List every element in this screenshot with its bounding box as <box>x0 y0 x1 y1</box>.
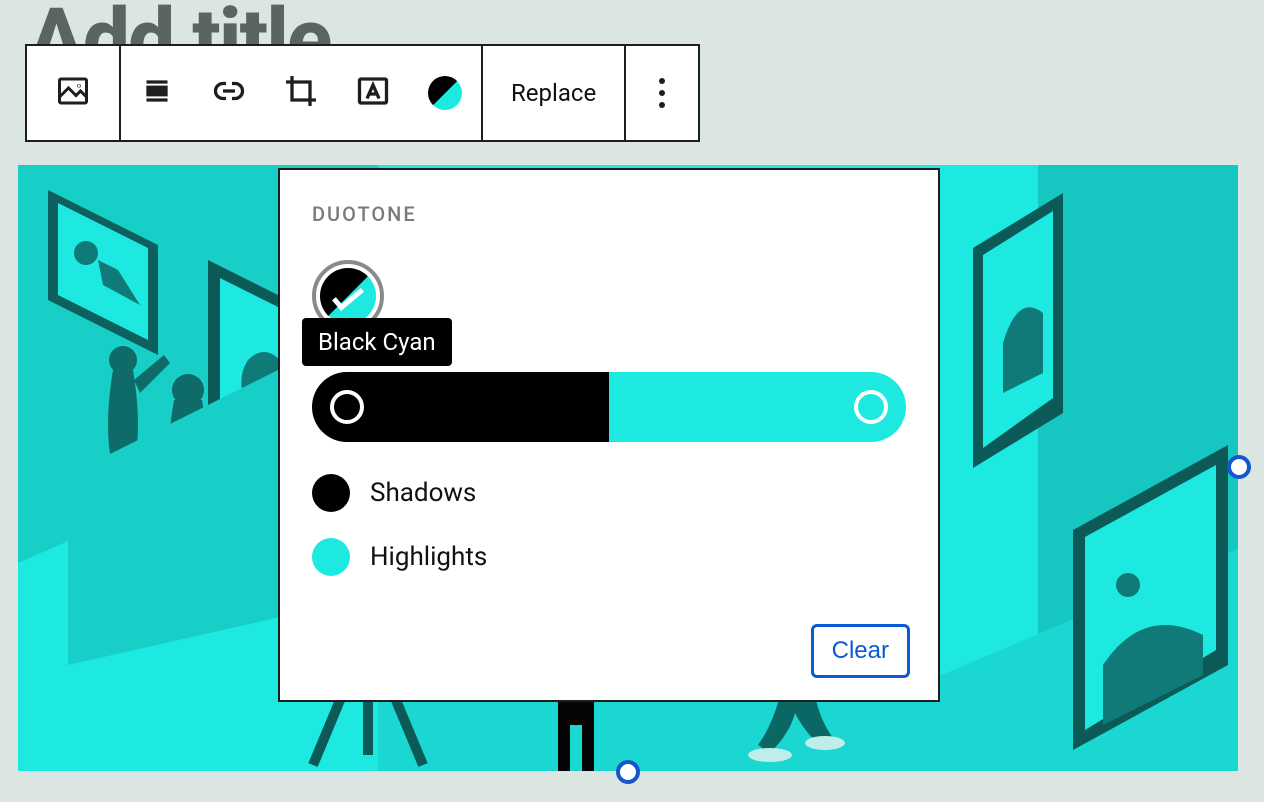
crop-icon <box>283 73 319 113</box>
preset-tooltip: Black Cyan <box>302 318 452 366</box>
duotone-swatch-icon <box>320 268 376 324</box>
clear-button[interactable]: Clear <box>811 624 910 678</box>
duotone-icon <box>428 76 462 110</box>
block-toolbar: Replace <box>25 44 700 142</box>
replace-button[interactable]: Replace <box>483 46 624 140</box>
shadows-label: Shadows <box>370 478 476 508</box>
resize-handle-right[interactable] <box>1227 455 1251 479</box>
align-button[interactable] <box>121 46 193 140</box>
crop-button[interactable] <box>265 46 337 140</box>
link-icon <box>211 73 247 113</box>
replace-group: Replace <box>483 46 626 140</box>
popover-footer: Clear <box>811 624 910 678</box>
duotone-popover: DUOTONE Black Cyan Shadows Highlights Cl… <box>278 168 940 702</box>
duotone-gradient-bar[interactable] <box>312 372 906 442</box>
highlights-color-option[interactable]: Highlights <box>312 538 906 576</box>
highlights-label: Highlights <box>370 542 487 572</box>
image-icon <box>55 73 91 113</box>
link-button[interactable] <box>193 46 265 140</box>
checkmark-icon <box>332 281 364 311</box>
gradient-stop-shadows[interactable] <box>330 390 364 424</box>
duotone-button[interactable] <box>409 46 481 140</box>
shadows-color-option[interactable]: Shadows <box>312 474 906 512</box>
block-type-image-button[interactable] <box>27 46 119 140</box>
align-icon <box>139 73 175 113</box>
more-options-button[interactable] <box>626 46 698 140</box>
text-overlay-icon <box>355 73 391 113</box>
block-type-group <box>27 46 121 140</box>
gradient-stop-highlights[interactable] <box>854 390 888 424</box>
preset-swatch-row: Black Cyan <box>312 260 906 332</box>
formatting-group <box>121 46 483 140</box>
shadows-color-swatch <box>312 474 350 512</box>
resize-handle-bottom[interactable] <box>616 760 640 784</box>
highlights-color-swatch <box>312 538 350 576</box>
more-group <box>626 46 698 140</box>
text-overlay-button[interactable] <box>337 46 409 140</box>
kebab-icon <box>659 78 665 108</box>
popover-title: DUOTONE <box>312 202 906 226</box>
